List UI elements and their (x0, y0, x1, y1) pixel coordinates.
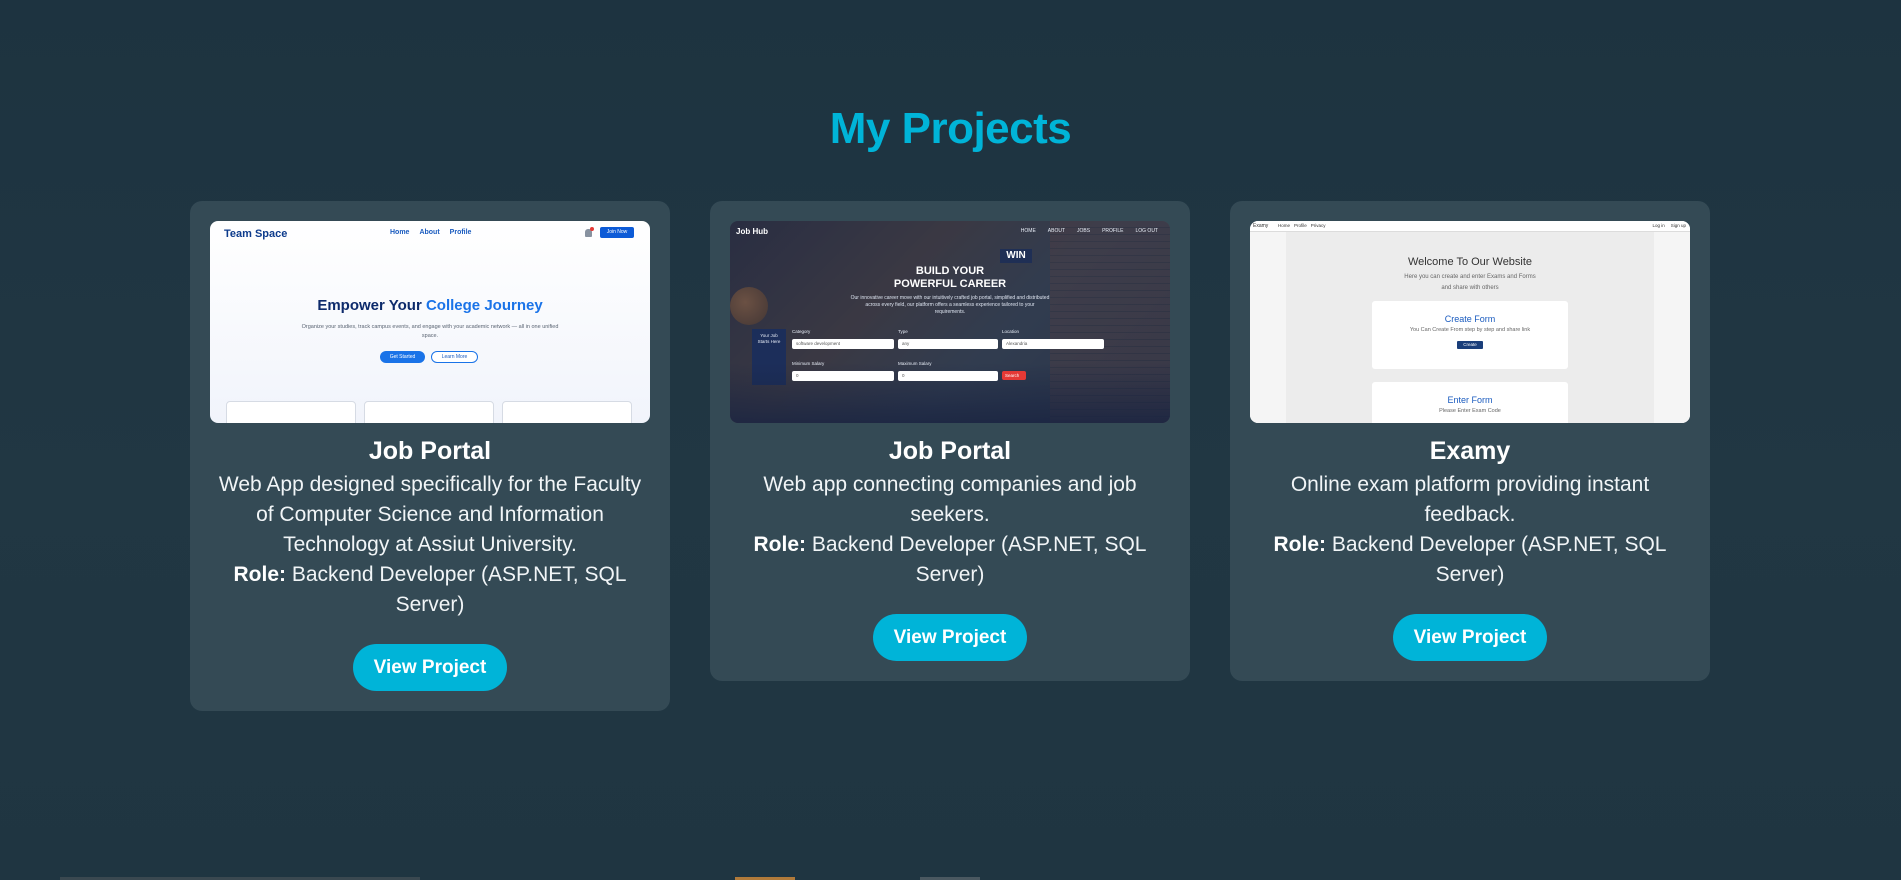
thumb-nav-link: Profile (449, 229, 472, 236)
role-label: Role: (233, 563, 287, 586)
thumb-brand: Team Space (224, 228, 288, 240)
thumb-headline: Empower Your College Journey (317, 297, 543, 314)
thumb-navbar: Examy Home Profile Privacy Log in Sign u… (1250, 221, 1690, 232)
project-card: WIN Job Hub HOME ABOUT JOBS PROFILE LOG … (710, 201, 1190, 681)
project-role: Role: Backend Developer (ASP.NET, SQL Se… (730, 530, 1170, 590)
thumb-wall-sign: WIN (1000, 249, 1032, 263)
thumb-brand: Examy (1253, 223, 1269, 229)
project-thumbnail: Team Space Home About Profile Join Now E… (210, 221, 650, 423)
thumb-nav-link: Privacy (1310, 223, 1326, 228)
role-label: Role: (1273, 533, 1327, 556)
thumb-overlay (730, 221, 1170, 423)
thumb-welcome-subtext: Here you can create and enter Exams and … (1404, 274, 1536, 291)
project-thumbnail: Examy Home Profile Privacy Log in Sign u… (1250, 221, 1690, 423)
thumb-select: any (898, 339, 998, 349)
thumb-create-card: Create Form You Can Create From step by … (1372, 301, 1568, 369)
thumb-select: Alexandria (1002, 339, 1104, 349)
project-description: Online exam platform providing instant f… (1290, 473, 1650, 526)
project-title: Job Portal (888, 437, 1012, 465)
thumb-subtext: Organize your studies, track campus even… (301, 324, 559, 339)
thumb-nav-link: PROFILE (1102, 228, 1124, 234)
thumb-feature-tile (226, 401, 356, 423)
thumb-field-label: Category (792, 329, 811, 334)
role-value: Backend Developer (ASP.NET, SQL Server) (811, 533, 1147, 586)
notification-dot (590, 227, 594, 231)
thumb-card-title: Enter Form (1447, 395, 1493, 405)
thumb-create-button: Create (1457, 341, 1483, 349)
thumb-auth-links: Log in Sign up (1652, 223, 1686, 228)
thumb-field-label: Location (1002, 329, 1020, 334)
thumb-nav-link: LOG OUT (1135, 228, 1158, 234)
thumb-secondary-button: Learn More (431, 351, 478, 363)
thumb-headline: BUILD YOUR POWERFUL CAREER (893, 265, 1007, 290)
thumb-input: 0 (792, 371, 894, 381)
thumb-auth-link: Sign up (1670, 223, 1686, 228)
thumb-subtext: Our innovative career move with our intu… (850, 295, 1050, 315)
project-card: Examy Home Profile Privacy Log in Sign u… (1230, 201, 1710, 681)
thumb-cta: Join Now (600, 227, 634, 238)
thumb-field-label: Maximum Salary (898, 361, 932, 366)
thumb-feature-tile (364, 401, 494, 423)
section-title: My Projects (829, 104, 1072, 153)
thumb-feature-tile (502, 401, 632, 423)
project-description: Web App designed specifically for the Fa… (218, 473, 642, 556)
thumb-card-title: Create Form (1444, 314, 1496, 324)
thumb-board-text: Your Job Starts Here (757, 333, 781, 344)
thumb-nav-links: HOME ABOUT JOBS PROFILE LOG OUT (1021, 228, 1158, 234)
thumb-nav-link: ABOUT (1047, 228, 1066, 234)
thumb-auth-link: Log in (1652, 223, 1665, 228)
thumb-card-desc: Please Enter Exam Code (1439, 408, 1501, 414)
project-description: Web app connecting companies and job see… (763, 473, 1137, 526)
thumb-select: software development (792, 339, 894, 349)
thumb-search-button: Search (1002, 371, 1026, 380)
thumb-nav-link: Home (390, 229, 410, 236)
thumb-welcome-title: Welcome To Our Website (1407, 256, 1533, 268)
role-label: Role: (753, 533, 807, 556)
thumb-nav-links: Home Profile Privacy (1278, 223, 1326, 228)
thumb-enter-card: Enter Form Please Enter Exam Code (1372, 382, 1568, 423)
project-card: Team Space Home About Profile Join Now E… (190, 201, 670, 711)
thumb-primary-button: Get Started (380, 351, 425, 363)
thumb-nav-link: JOBS (1077, 228, 1091, 234)
projects-grid: Team Space Home About Profile Join Now E… (190, 201, 1710, 711)
view-project-button[interactable]: View Project (872, 614, 1028, 661)
thumb-card-desc: You Can Create From step by step and sha… (1409, 327, 1531, 333)
project-role: Role: Backend Developer (ASP.NET, SQL Se… (1250, 530, 1690, 590)
thumb-brand: Job Hub (736, 227, 768, 236)
project-title: Job Portal (368, 437, 492, 465)
role-value: Backend Developer (ASP.NET, SQL Server) (291, 563, 627, 616)
thumb-nav-link: Home (1278, 223, 1291, 228)
view-project-button[interactable]: View Project (352, 644, 508, 691)
role-value: Backend Developer (ASP.NET, SQL Server) (1331, 533, 1667, 586)
thumb-input: 0 (898, 371, 998, 381)
thumb-nav-link: HOME (1020, 228, 1036, 234)
view-project-button[interactable]: View Project (1392, 614, 1548, 661)
thumb-field-label: Minimum Salary (792, 361, 825, 366)
project-title: Examy (1429, 437, 1511, 465)
thumb-field-label: Type (898, 329, 908, 334)
project-role: Role: Backend Developer (ASP.NET, SQL Se… (210, 560, 650, 620)
thumb-nav-links: Home About Profile (390, 229, 471, 236)
thumb-nav-link: Profile (1294, 223, 1307, 228)
project-thumbnail: WIN Job Hub HOME ABOUT JOBS PROFILE LOG … (730, 221, 1170, 423)
thumb-nav-link: About (419, 229, 440, 236)
